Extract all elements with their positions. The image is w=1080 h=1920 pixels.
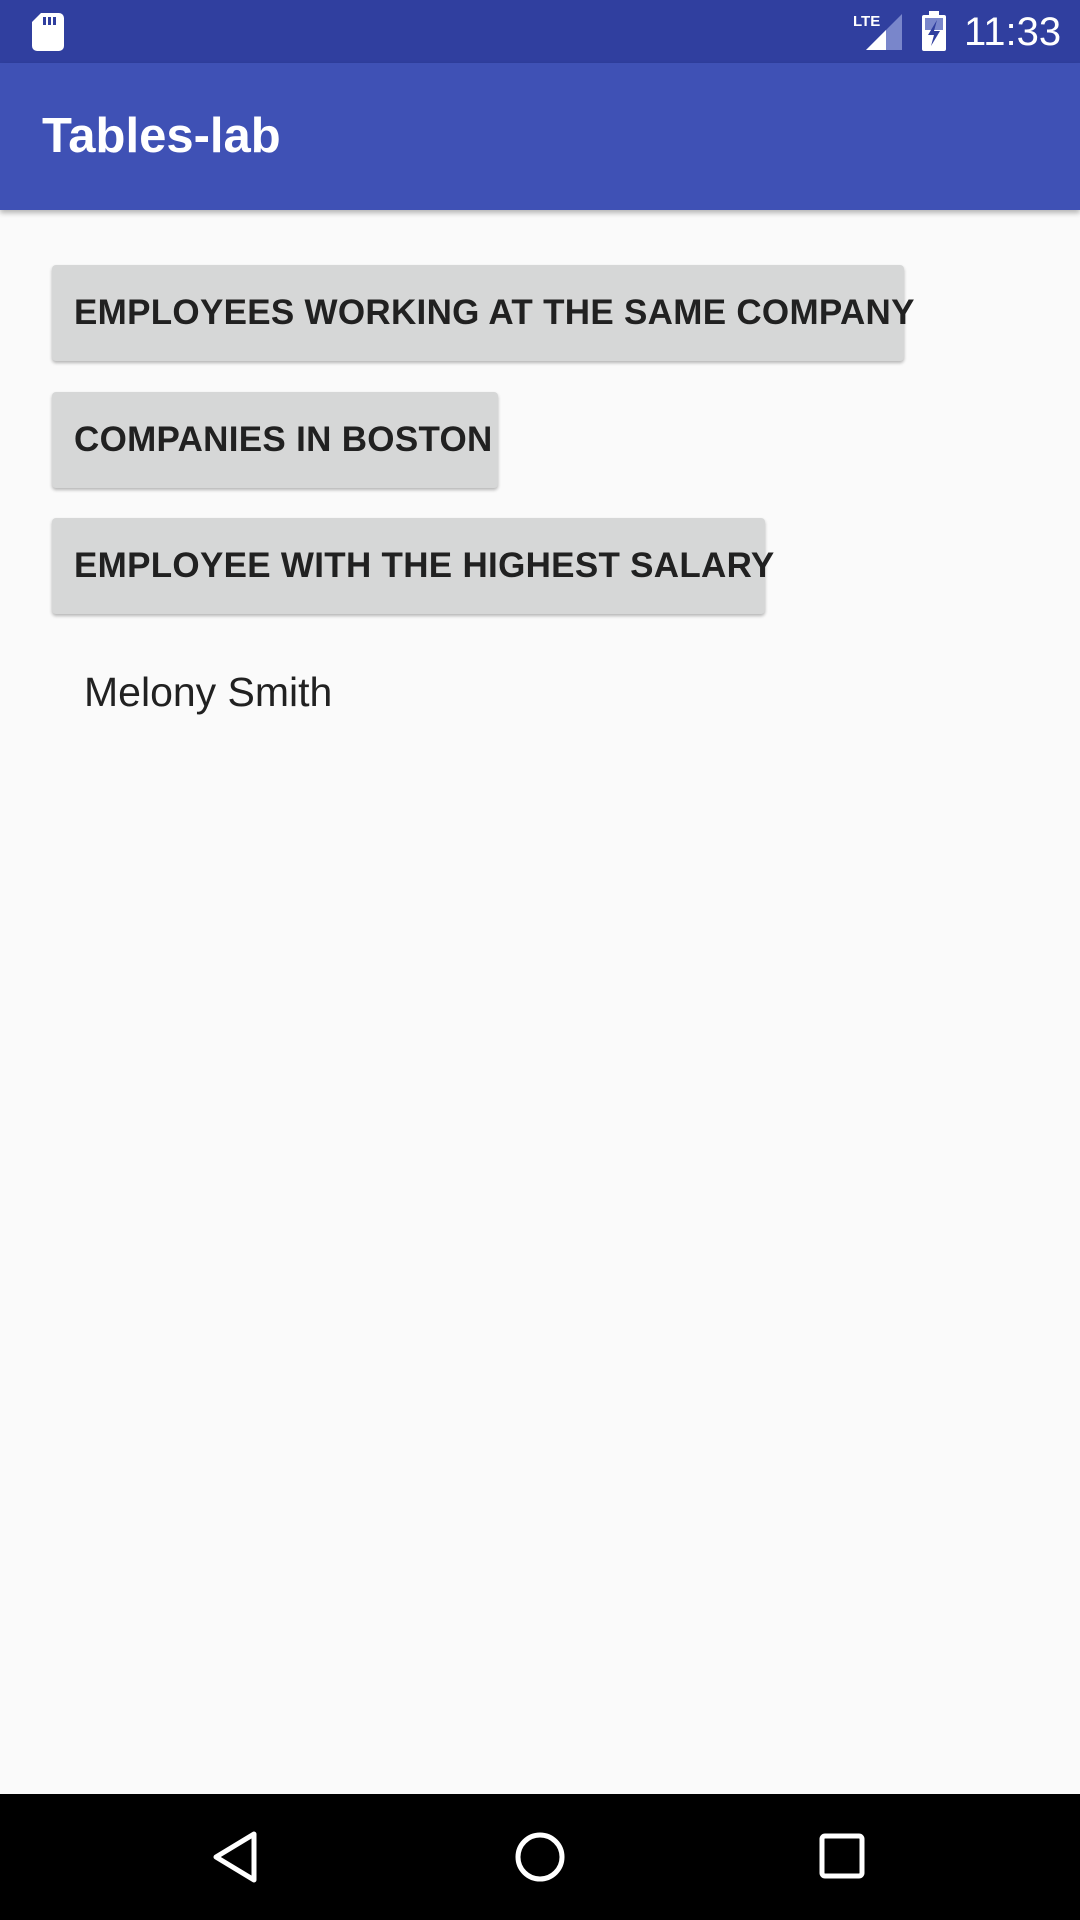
navigation-bar bbox=[0, 1794, 1080, 1920]
highest-salary-employee-button[interactable]: EMPLOYEE WITH THE HIGHEST SALARY bbox=[52, 518, 774, 614]
main-content: EMPLOYEES WORKING AT THE SAME COMPANY CO… bbox=[0, 210, 1080, 1794]
battery-charging-icon bbox=[922, 11, 946, 51]
app-bar: Tables-lab bbox=[0, 63, 1080, 210]
back-icon[interactable] bbox=[200, 1822, 270, 1892]
network-label: LTE bbox=[853, 13, 880, 30]
home-icon[interactable] bbox=[505, 1822, 575, 1892]
result-text: Melony Smith bbox=[84, 669, 333, 715]
status-time: 11:33 bbox=[964, 10, 1062, 54]
status-bar: LTE 11:33 bbox=[0, 0, 1080, 63]
app-title: Tables-lab bbox=[42, 109, 281, 163]
companies-in-boston-button[interactable]: COMPANIES IN BOSTON bbox=[52, 392, 498, 488]
lte-signal-icon: LTE bbox=[853, 13, 902, 50]
sd-card-icon bbox=[32, 13, 64, 51]
employees-same-company-button[interactable]: EMPLOYEES WORKING AT THE SAME COMPANY bbox=[52, 265, 914, 361]
recents-icon[interactable] bbox=[808, 1822, 878, 1892]
